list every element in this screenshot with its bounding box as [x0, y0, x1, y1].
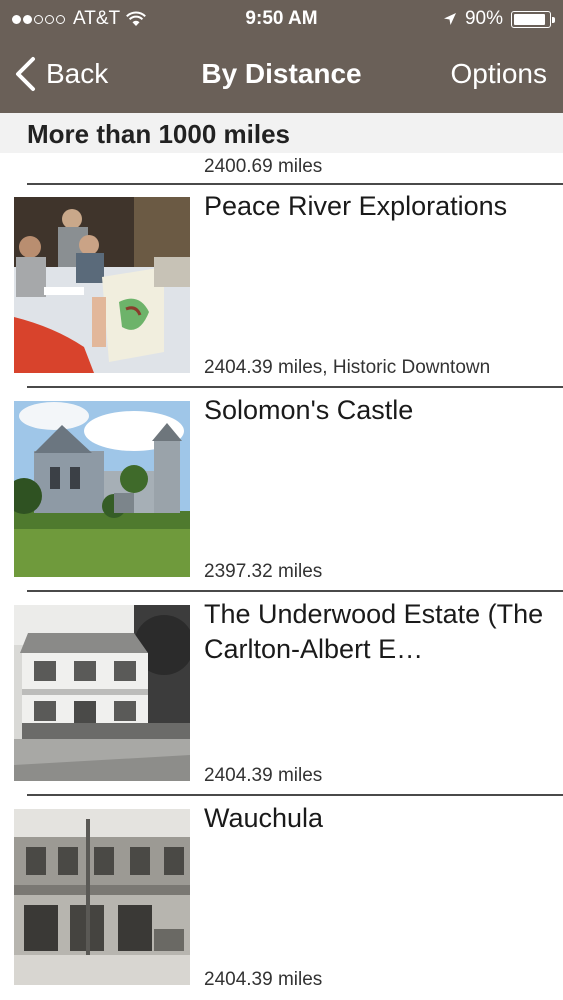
battery-percent: 90% — [464, 8, 503, 29]
historic-house-photo — [14, 605, 190, 781]
status-bar: AT&T 9:50 AM 90% — [0, 0, 563, 38]
navigation-bar: Back By Distance Options — [0, 38, 563, 113]
location-arrow-icon — [443, 13, 456, 25]
item-distance: 2404.39 miles, Historic Downtown — [204, 357, 491, 378]
list-item-partial[interactable]: 2400.69 miles — [0, 153, 563, 185]
historic-building-photo — [14, 809, 190, 985]
list-item[interactable]: Peace River Explorations 2404.39 miles, … — [0, 185, 563, 389]
battery-icon — [511, 10, 555, 28]
row-separator — [27, 386, 563, 388]
options-button[interactable]: Options — [451, 58, 548, 90]
item-title: Wauchula — [204, 803, 324, 833]
list-item[interactable]: Solomon's Castle 2397.32 miles — [0, 389, 563, 593]
status-right: 90% — [443, 8, 555, 30]
item-distance: 2397.32 miles — [204, 561, 323, 582]
battery-fill — [514, 13, 545, 25]
item-title: The Underwood Estate (The Carlton-Albert… — [204, 599, 544, 664]
painting-class-photo — [14, 197, 190, 373]
castle-photo — [14, 401, 190, 577]
list-item[interactable]: Wauchula 2404.39 miles — [0, 797, 563, 1000]
row-separator — [27, 590, 563, 592]
item-distance: 2400.69 miles — [204, 156, 323, 177]
section-header: More than 1000 miles — [0, 113, 563, 153]
item-distance: 2404.39 miles — [204, 765, 323, 786]
top-bar: AT&T 9:50 AM 90% Back By Distance Option… — [0, 0, 563, 113]
list-item[interactable]: The Underwood Estate (The Carlton-Albert… — [0, 593, 563, 797]
item-title: Solomon's Castle — [204, 395, 414, 425]
item-distance: 2404.39 miles — [204, 969, 323, 990]
item-title: Peace River Explorations — [204, 191, 508, 221]
row-separator — [27, 794, 563, 796]
